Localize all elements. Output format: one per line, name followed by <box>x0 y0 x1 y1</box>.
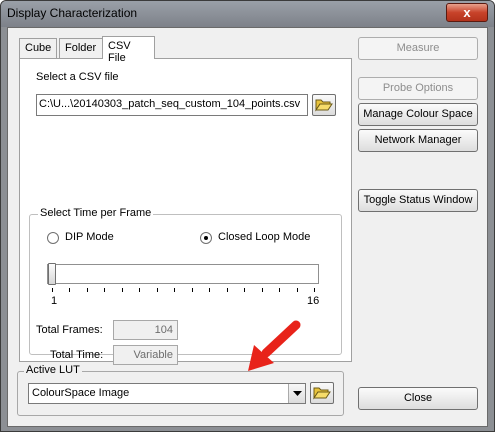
lut-browse-button[interactable] <box>310 382 334 404</box>
active-lut-group-title: Active LUT <box>24 364 82 376</box>
title-bar[interactable]: Display Characterization x <box>1 1 494 27</box>
display-characterization-window: Display Characterization x Cube Folder C… <box>0 0 495 432</box>
total-time-field: Variable <box>113 345 178 365</box>
slider-tick <box>121 288 123 292</box>
active-lut-dropdown-button[interactable] <box>288 384 305 403</box>
select-csv-label: Select a CSV file <box>36 71 119 83</box>
time-per-frame-group-title: Select Time per Frame <box>38 207 154 219</box>
closed-loop-mode-label: Closed Loop Mode <box>218 231 311 243</box>
measure-button[interactable]: Measure <box>358 37 478 60</box>
slider-max-label: 16 <box>307 295 320 307</box>
network-manager-button[interactable]: Network Manager <box>358 129 478 152</box>
csv-path-field[interactable]: C:\U...\20140303_patch_seq_custom_104_po… <box>36 94 308 116</box>
slider-tick <box>156 288 158 292</box>
window-title: Display Characterization <box>7 6 138 20</box>
slider-tick <box>69 288 71 292</box>
slider-tick <box>191 288 193 292</box>
total-frames-field: 104 <box>113 320 178 340</box>
closed-loop-mode-radio[interactable] <box>200 232 212 244</box>
tab-folder-label: Folder <box>65 42 97 54</box>
frame-time-slider-thumb[interactable] <box>48 263 56 285</box>
window-close-button[interactable]: x <box>446 3 488 22</box>
toggle-status-window-button[interactable]: Toggle Status Window <box>358 189 478 212</box>
slider-tick <box>52 288 53 292</box>
tab-csv-file[interactable]: CSV File <box>102 36 155 64</box>
csv-browse-button[interactable] <box>312 94 336 116</box>
slider-tick <box>226 288 228 292</box>
dip-mode-label: DIP Mode <box>65 231 114 243</box>
slider-tick <box>261 288 263 292</box>
slider-tick <box>314 288 315 292</box>
chevron-down-icon <box>292 390 302 396</box>
slider-tick <box>244 288 246 292</box>
manage-colour-space-button[interactable]: Manage Colour Space <box>358 103 478 126</box>
slider-tick <box>174 288 176 292</box>
slider-tick <box>86 288 88 292</box>
slider-min-label: 1 <box>51 295 58 307</box>
active-lut-select[interactable]: ColourSpace Image <box>28 383 306 404</box>
dip-mode-radio[interactable] <box>47 232 59 244</box>
folder-open-icon <box>313 387 331 400</box>
csv-file-tab-panel: Select a CSV file C:\U...\20140303_patch… <box>19 58 352 365</box>
slider-tick <box>139 288 141 292</box>
active-lut-selected: ColourSpace Image <box>32 387 130 399</box>
tab-cube-label: Cube <box>25 42 52 54</box>
total-time-label: Total Time: <box>50 349 104 361</box>
slider-tick <box>296 288 298 292</box>
close-button[interactable]: Close <box>358 387 478 410</box>
total-frames-label: Total Frames: <box>36 324 103 336</box>
folder-open-icon <box>315 99 333 112</box>
probe-options-button[interactable]: Probe Options <box>358 77 478 100</box>
tab-folder[interactable]: Folder <box>59 38 103 58</box>
slider-tick <box>209 288 211 292</box>
slider-tick <box>279 288 281 292</box>
dialog-client-area: Cube Folder CSV File Select a CSV file C… <box>7 27 488 427</box>
tab-cube[interactable]: Cube <box>19 38 57 58</box>
red-arrow-annotation <box>248 320 301 371</box>
frame-time-slider[interactable] <box>47 264 319 284</box>
slider-tick <box>104 288 106 292</box>
